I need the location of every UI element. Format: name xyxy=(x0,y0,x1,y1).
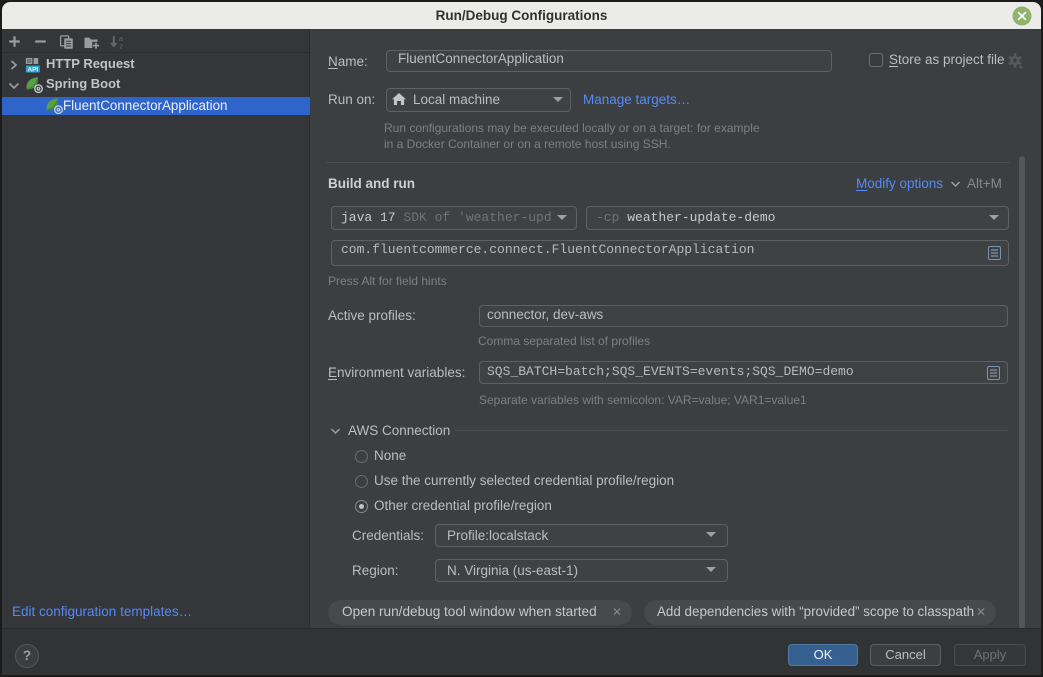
svg-text:z: z xyxy=(120,43,124,49)
svg-text:API: API xyxy=(27,66,38,73)
svg-text:a: a xyxy=(119,36,123,43)
